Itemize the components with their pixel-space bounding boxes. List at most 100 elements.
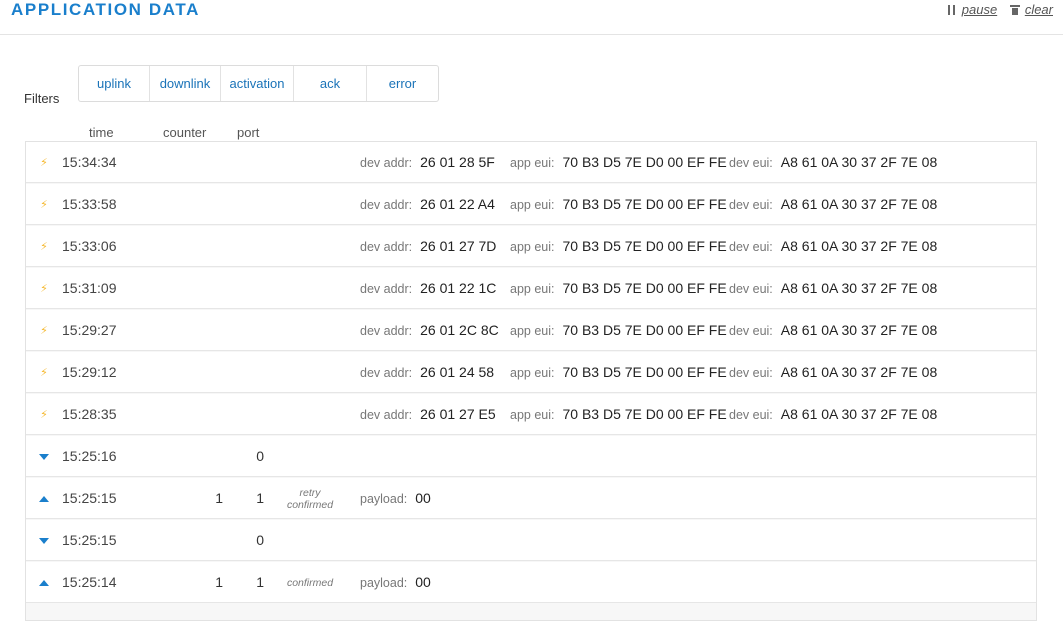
dev-addr-value: 26 01 22 1C (420, 280, 497, 296)
app-header: APPLICATION DATA pause clear (0, 0, 1063, 35)
app-eui: app eui: 70 B3 D5 7E D0 00 EF FE (510, 184, 727, 225)
table-row[interactable]: 15:25:16 0 (26, 436, 1036, 477)
table-row[interactable]: ⚡ 15:28:35 dev addr: 26 01 27 E5 app eui: 70 … (26, 394, 1036, 435)
filter-downlink-button[interactable]: downlink (150, 66, 221, 101)
dev-addr-value: 26 01 27 E5 (420, 406, 496, 422)
payload-label: payload: (360, 576, 408, 590)
pause-button[interactable]: pause (947, 2, 997, 17)
dev-eui-value: A8 61 0A 30 37 2F 7E 08 (780, 322, 938, 338)
row-port: 1 (256, 490, 264, 506)
row-time: 15:25:15 (62, 490, 117, 506)
arrow-up-icon (38, 562, 50, 603)
dev-addr-label: dev addr: (360, 408, 413, 422)
dev-eui-label: dev eui: (729, 324, 773, 338)
dev-eui: dev eui: A8 61 0A 30 37 2F 7E 08 (729, 352, 937, 393)
page-title: APPLICATION DATA (11, 0, 200, 19)
dev-addr: dev addr: 26 01 28 5F (360, 142, 495, 183)
table-row[interactable]: ⚡ 15:29:12 dev addr: 26 01 24 58 app eui: 70 … (26, 352, 1036, 393)
flag-retry: retry (299, 486, 321, 499)
bolt-icon: ⚡ (40, 157, 48, 169)
app-eui-label: app eui: (510, 240, 555, 254)
dev-eui-label: dev eui: (729, 156, 773, 170)
arrow-down-icon (38, 520, 50, 561)
row-time: 15:33:06 (62, 238, 117, 254)
payload-value: 00 (415, 490, 431, 506)
column-header-counter: counter (163, 125, 207, 140)
header-actions: pause clear (938, 2, 1053, 18)
filter-error-button[interactable]: error (367, 66, 438, 101)
app-eui-value: 70 B3 D5 7E D0 00 EF FE (562, 238, 727, 254)
table-row[interactable]: ⚡ 15:34:34 dev addr: 26 01 28 5F app eui: 70 … (26, 142, 1036, 183)
dev-addr: dev addr: 26 01 27 E5 (360, 394, 496, 435)
table-row[interactable]: ⚡ 15:29:27 dev addr: 26 01 2C 8C app eui: 70 … (26, 310, 1036, 351)
app-eui-label: app eui: (510, 198, 555, 212)
column-header-port: port (237, 125, 260, 140)
dev-addr: dev addr: 26 01 22 1C (360, 268, 496, 309)
dev-eui-value: A8 61 0A 30 37 2F 7E 08 (780, 280, 938, 296)
row-time: 15:25:16 (62, 448, 117, 464)
row-flags: retry confirmed (276, 478, 344, 519)
row-port: 0 (256, 532, 264, 548)
row-counter (193, 436, 223, 477)
dev-eui-value: A8 61 0A 30 37 2F 7E 08 (780, 196, 938, 212)
app-eui-value: 70 B3 D5 7E D0 00 EF FE (562, 406, 727, 422)
dev-addr: dev addr: 26 01 27 7D (360, 226, 496, 267)
dev-addr-label: dev addr: (360, 324, 413, 338)
bolt-icon: ⚡ (40, 283, 48, 295)
dev-addr: dev addr: 26 01 24 58 (360, 352, 494, 393)
row-time: 15:34:34 (62, 154, 117, 170)
data-table: ⚡ 15:34:34 dev addr: 26 01 28 5F app eui: 70 … (25, 141, 1037, 621)
pause-icon (947, 4, 956, 15)
app-eui-value: 70 B3 D5 7E D0 00 EF FE (562, 322, 727, 338)
table-row[interactable]: ⚡ 15:31:09 dev addr: 26 01 22 1C app eui: 70 … (26, 268, 1036, 309)
dev-addr-value: 26 01 27 7D (420, 238, 497, 254)
table-row[interactable]: 15:25:15 1 1 retry confirmed payload: 00 (26, 478, 1036, 519)
payload: payload: 00 (360, 562, 431, 603)
dev-eui-label: dev eui: (729, 198, 773, 212)
payload-value: 00 (415, 574, 431, 590)
dev-eui-value: A8 61 0A 30 37 2F 7E 08 (780, 238, 938, 254)
row-time: 15:25:15 (62, 532, 117, 548)
table-row[interactable]: 15:25:15 0 (26, 520, 1036, 561)
filters-label: Filters (24, 91, 60, 106)
dev-eui: dev eui: A8 61 0A 30 37 2F 7E 08 (729, 310, 937, 351)
table-row[interactable]: ⚡ 15:33:06 dev addr: 26 01 27 7D app eui: 70 … (26, 226, 1036, 267)
bolt-icon: ⚡ (40, 199, 48, 211)
bolt-icon: ⚡ (40, 241, 48, 253)
filter-uplink-button[interactable]: uplink (79, 66, 150, 101)
dev-eui: dev eui: A8 61 0A 30 37 2F 7E 08 (729, 142, 937, 183)
arrow-down-icon (38, 436, 50, 477)
row-time: 15:29:12 (62, 364, 117, 380)
dev-eui: dev eui: A8 61 0A 30 37 2F 7E 08 (729, 394, 937, 435)
app-eui-value: 70 B3 D5 7E D0 00 EF FE (562, 280, 727, 296)
flag-confirmed: confirmed (286, 498, 334, 511)
dev-addr-label: dev addr: (360, 366, 413, 380)
table-row[interactable]: 15:25:14 1 1 confirmed payload: 00 (26, 562, 1036, 603)
payload-label: payload: (360, 492, 408, 506)
app-eui: app eui: 70 B3 D5 7E D0 00 EF FE (510, 394, 727, 435)
table-row[interactable]: ⚡ 15:33:58 dev addr: 26 01 22 A4 app eui: 70 … (26, 184, 1036, 225)
dev-addr: dev addr: 26 01 22 A4 (360, 184, 495, 225)
bolt-icon: ⚡ (40, 367, 48, 379)
dev-addr-value: 26 01 28 5F (420, 154, 495, 170)
dev-eui: dev eui: A8 61 0A 30 37 2F 7E 08 (729, 226, 937, 267)
bolt-icon: ⚡ (40, 409, 48, 421)
app-eui: app eui: 70 B3 D5 7E D0 00 EF FE (510, 226, 727, 267)
row-counter (193, 520, 223, 561)
app-eui-label: app eui: (510, 366, 555, 380)
dev-addr-value: 26 01 2C 8C (420, 322, 499, 338)
app-eui-label: app eui: (510, 324, 555, 338)
row-time: 15:25:14 (62, 574, 117, 590)
clear-button[interactable]: clear (1009, 2, 1053, 17)
row-counter: 1 (215, 574, 223, 590)
app-eui-label: app eui: (510, 156, 555, 170)
dev-addr-label: dev addr: (360, 282, 413, 296)
filter-ack-button[interactable]: ack (294, 66, 367, 101)
dev-eui: dev eui: A8 61 0A 30 37 2F 7E 08 (729, 268, 937, 309)
app-eui: app eui: 70 B3 D5 7E D0 00 EF FE (510, 310, 727, 351)
trash-icon (1009, 4, 1020, 15)
dev-addr-value: 26 01 22 A4 (420, 196, 495, 212)
filter-activation-button[interactable]: activation (221, 66, 294, 101)
dev-addr-value: 26 01 24 58 (420, 364, 495, 380)
dev-eui-value: A8 61 0A 30 37 2F 7E 08 (780, 364, 938, 380)
